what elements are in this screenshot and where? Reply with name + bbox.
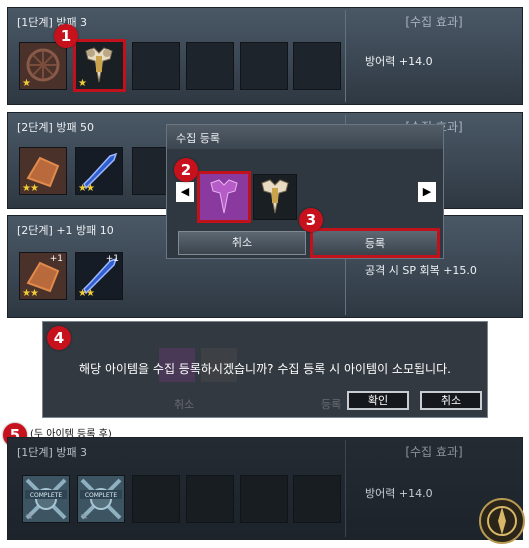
effect-header: [수집 효과]	[405, 15, 463, 29]
star-rating-icon: ★★	[78, 288, 95, 299]
guild-emblem-icon	[478, 497, 526, 545]
effect-header: [수집 효과]	[405, 445, 463, 459]
popup-item[interactable]	[253, 174, 297, 220]
collection-panel-after: [1단계] 방패 3 [수집 효과] 방어력 +14.0 COMPLETE ★ …	[7, 437, 523, 540]
purple-shield-icon	[200, 174, 248, 220]
register-button[interactable]: 등록	[310, 228, 440, 258]
faded-cancel-label: 취소	[174, 398, 195, 411]
item-slot-material[interactable]: +1 ★★	[19, 252, 67, 300]
cancel-button[interactable]: 취소	[178, 231, 306, 255]
item-slot-material[interactable]: ★★	[19, 147, 67, 195]
star-rating-icon: ★	[78, 78, 87, 89]
faded-register-label: 등록	[321, 398, 342, 411]
shield-icon	[261, 179, 289, 214]
popup-selected-item[interactable]	[197, 171, 251, 223]
enhance-badge: +1	[49, 254, 63, 264]
dialog-message: 해당 아이템을 수집 등록하시겠습니까? 수집 등록 시 아이템이 소모됩니다.	[79, 362, 451, 376]
effect-value: 방어력 +14.0	[365, 55, 433, 68]
step-marker-1: 1	[54, 24, 78, 48]
faded-popup-ghost: 취소 등록	[159, 344, 359, 414]
completed-item-slot[interactable]: COMPLETE ★	[22, 475, 70, 523]
arrow-left-icon[interactable]: ◀	[176, 182, 194, 202]
empty-slot[interactable]	[293, 475, 341, 523]
complete-label: COMPLETE	[85, 492, 118, 499]
panel-title: [2단계] +1 방패 10	[17, 224, 114, 237]
step-marker-3: 3	[299, 208, 323, 232]
panel-title: [1단계] 방패 3	[17, 16, 88, 29]
popup-title: 수집 등록	[167, 125, 443, 149]
empty-slot[interactable]	[132, 475, 180, 523]
register-popup: 수집 등록 ◀ ▶ 취소 등록	[166, 124, 444, 259]
empty-slot[interactable]	[240, 475, 288, 523]
item-slot-material[interactable]: ★	[19, 42, 67, 90]
confirm-button[interactable]: 확인	[347, 391, 409, 410]
empty-slot[interactable]	[293, 42, 341, 90]
enhance-badge: +1	[105, 254, 119, 264]
empty-slot[interactable]	[186, 475, 234, 523]
step-marker-2: 2	[174, 158, 198, 182]
empty-slot[interactable]	[240, 42, 288, 90]
star-rating-icon: ★★	[78, 183, 95, 194]
star-rating-icon: ★	[22, 78, 31, 89]
item-slot-shield[interactable]: ★	[73, 39, 126, 92]
star-rating-icon: ★	[25, 511, 34, 522]
empty-slot[interactable]	[186, 42, 234, 90]
star-rating-icon: ★	[80, 511, 89, 522]
panel-title: [2단계] 방패 50	[17, 121, 95, 134]
item-slot-sword[interactable]: +1 ★★	[75, 252, 123, 300]
step-marker-4: 4	[47, 326, 71, 350]
effect-value: 방어력 +14.0	[365, 487, 433, 500]
effect-value: 공격 시 SP 회복 +15.0	[365, 264, 477, 277]
star-rating-icon: ★★	[22, 288, 39, 299]
arrow-right-icon[interactable]: ▶	[418, 182, 436, 202]
item-slot-sword[interactable]: ★★	[75, 147, 123, 195]
complete-label: COMPLETE	[30, 492, 63, 499]
panel-title: [1단계] 방패 3	[17, 446, 88, 459]
completed-item-slot[interactable]: COMPLETE ★	[77, 475, 125, 523]
collection-panel-1: [1단계] 방패 3 [수집 효과] 방어력 +14.0 ★ ★	[7, 7, 523, 105]
confirm-dialog: 취소 등록 해당 아이템을 수집 등록하시겠습니까? 수집 등록 시 아이템이 …	[42, 321, 488, 418]
dialog-cancel-button[interactable]: 취소	[420, 391, 482, 410]
star-rating-icon: ★★	[22, 183, 39, 194]
empty-slot[interactable]	[132, 42, 180, 90]
